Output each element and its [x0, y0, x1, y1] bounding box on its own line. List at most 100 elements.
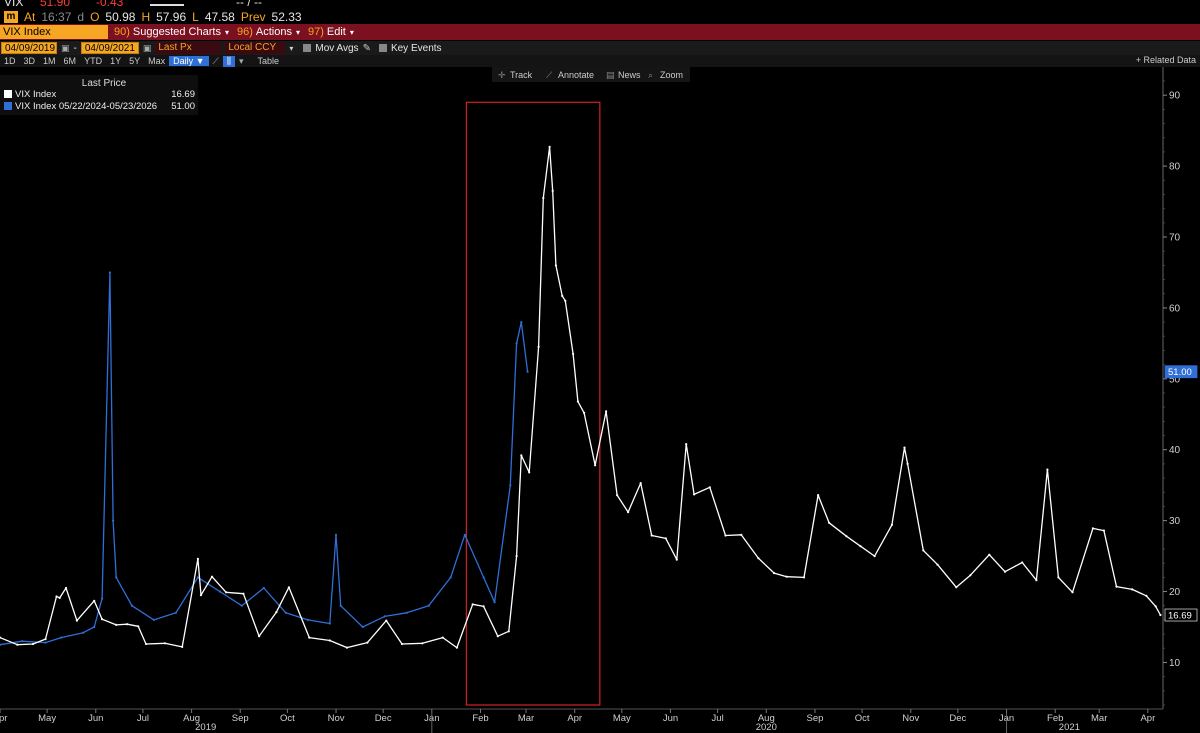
data-point-vix [685, 443, 688, 446]
annotate-icon: ⟋ [546, 70, 553, 80]
period-max[interactable]: Max [144, 56, 169, 66]
data-point-vix [496, 635, 499, 638]
chart-tool-news[interactable]: News [618, 70, 641, 80]
x-tick-label: Feb [472, 713, 488, 724]
data-point-vix [548, 145, 551, 148]
data-point-vix-overlay [520, 321, 523, 324]
calendar-icon[interactable]: ▣ [61, 43, 70, 54]
chevron-down-icon[interactable]: ▾ [225, 28, 229, 37]
x-tick-label: Apr [1140, 713, 1155, 724]
data-point-vix-overlay [482, 576, 485, 579]
pencil-icon[interactable]: ✎ [363, 43, 371, 54]
data-point-vix-overlay [509, 484, 512, 487]
ticker-symbol: VIX [4, 0, 24, 9]
data-point-vix [922, 549, 925, 552]
calendar-icon[interactable]: ▣ [143, 43, 152, 54]
quote-time: 16:37 [41, 10, 72, 24]
data-point-vix [210, 575, 214, 578]
y-tick-label: 40 [1169, 445, 1181, 456]
data-point-vix-overlay [108, 271, 111, 274]
data-point-vix-overlay [240, 604, 243, 607]
data-point-vix [455, 646, 458, 649]
data-point-vix [44, 638, 47, 641]
menu-suggested-charts[interactable]: Suggested Charts [133, 26, 221, 38]
data-point-vix [828, 521, 831, 524]
last-value-label: 16.69 [1168, 611, 1192, 622]
data-point-vix [520, 454, 523, 457]
instrument-type-icon[interactable]: m [4, 11, 18, 23]
track-icon: ✛ [498, 70, 506, 80]
data-point-vix-overlay [493, 601, 496, 604]
data-point-vix-overlay [339, 604, 342, 607]
data-point-vix [144, 642, 148, 646]
legend-label: VIX Index [15, 89, 56, 100]
y-tick-label: 10 [1169, 658, 1181, 669]
chevron-down-icon[interactable]: ▾ [350, 28, 354, 37]
chart-tool-track[interactable]: Track [510, 70, 533, 80]
security-field[interactable]: VIX Index [0, 25, 108, 39]
period-1m[interactable]: 1M [39, 56, 60, 66]
open-value: 50.98 [105, 10, 136, 24]
data-point-vix [988, 553, 991, 556]
chevron-down-icon[interactable]: ▾ [289, 44, 293, 53]
data-point-vix [724, 534, 727, 537]
bid-ask: -- / -- [236, 0, 262, 9]
data-point-vix [572, 352, 575, 356]
zoom-icon: ⌕ [648, 70, 653, 80]
x-tick-label: Apr [567, 713, 582, 724]
field-select[interactable]: Last Px [155, 42, 222, 54]
period-3d[interactable]: 3D [20, 56, 40, 66]
menu-edit[interactable]: Edit [327, 26, 346, 38]
period-toolbar: 1D 3D 1M 6M YTD 1Y 5Y Max Daily ▼ ⟋ ⫼ ▾ … [0, 55, 1200, 67]
bar-chart-icon[interactable]: ⫼ [222, 55, 235, 67]
x-tick-label: Sep [807, 713, 824, 724]
data-point-vix-overlay [174, 611, 177, 614]
data-point-vix [817, 494, 820, 497]
frequency-select[interactable]: Daily ▼ [169, 56, 209, 66]
data-point-vix-overlay [44, 641, 47, 644]
end-date-input[interactable]: 04/09/2021 [80, 42, 139, 54]
data-point-vix [740, 533, 743, 536]
data-point-vix [328, 639, 331, 642]
quote-time-suffix: d [77, 10, 85, 24]
chart-tool-annotate[interactable]: Annotate [558, 70, 594, 80]
chevron-down-icon[interactable]: ▾ [235, 56, 248, 67]
period-1y[interactable]: 1Y [106, 56, 125, 66]
data-point-vix [1115, 585, 1118, 588]
period-6m[interactable]: 6M [60, 56, 81, 66]
data-point-vix-overlay [218, 590, 221, 593]
period-5y[interactable]: 5Y [125, 56, 144, 66]
price-chart[interactable]: ✛ Track ⟋ Annotate ▤ News ⌕ Zoom 10203040506070… [0, 67, 1200, 733]
last-price: 51.90 [40, 0, 71, 9]
menu-num-suggested: 90) [114, 26, 130, 38]
chevron-down-icon[interactable]: ▾ [296, 28, 300, 37]
data-point-vix [564, 299, 567, 302]
chart-tool-zoom[interactable]: Zoom [660, 70, 683, 80]
start-date-input[interactable]: 04/09/2019 [1, 42, 57, 54]
sparkline-tail-icon: ⌒ [186, 0, 199, 10]
legend-value: 51.00 [171, 101, 195, 112]
frequency-label: Daily [173, 56, 194, 66]
data-point-vix [75, 619, 78, 622]
data-point-vix [802, 576, 806, 579]
last-value-label: 51.00 [1168, 367, 1192, 378]
key-events-toggle[interactable]: Key Events [391, 43, 442, 54]
data-point-vix [627, 511, 630, 514]
mov-avgs-toggle[interactable]: Mov Avgs [315, 43, 358, 54]
prev-value: 52.33 [271, 10, 302, 24]
currency-select[interactable]: Local CCY [225, 42, 286, 54]
checkbox-icon[interactable] [378, 44, 387, 52]
data-point-vix [181, 645, 184, 649]
data-point-vix-overlay [284, 611, 287, 614]
related-data-button[interactable]: + Related Data [1132, 55, 1200, 65]
data-point-vix [58, 596, 61, 600]
x-tick-label: May [38, 713, 56, 724]
data-point-vix [287, 586, 290, 589]
table-view-button[interactable]: Table [254, 56, 284, 66]
checkbox-icon[interactable] [303, 44, 312, 52]
line-chart-icon[interactable]: ⟋ [209, 56, 223, 67]
menu-actions[interactable]: Actions [256, 26, 292, 38]
period-1d[interactable]: 1D [0, 56, 20, 66]
period-ytd[interactable]: YTD [80, 56, 106, 66]
data-point-vix-overlay [328, 622, 331, 625]
